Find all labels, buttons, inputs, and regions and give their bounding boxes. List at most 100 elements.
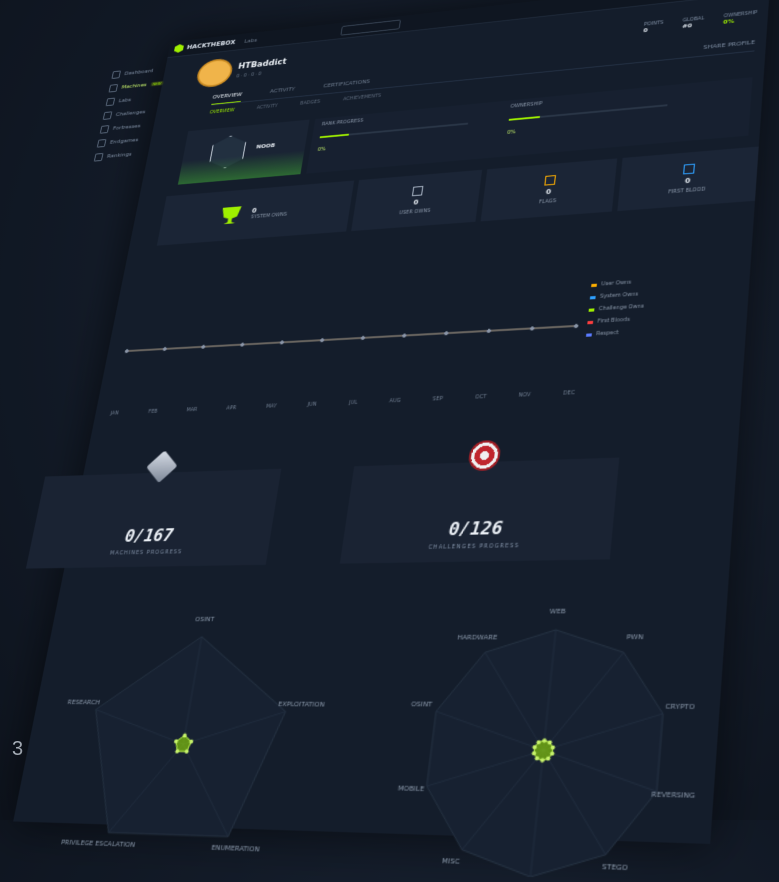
legend-label: Challenge Owns — [598, 303, 644, 312]
subtab-achievements[interactable]: ACHIEVEMENTS — [343, 93, 382, 102]
radar-axis-label: MISC — [441, 858, 460, 867]
legend-swatch — [587, 320, 593, 323]
x-tick-label: AUG — [389, 398, 402, 405]
machines-progress-value: 0/167 — [123, 525, 175, 546]
legend-swatch — [590, 295, 596, 298]
puzzle-icon — [103, 111, 113, 120]
share-profile-button[interactable]: SHARE PROFILE — [703, 39, 756, 56]
chart-icon — [94, 153, 104, 162]
challenges-progress-value: 0/126 — [448, 517, 504, 539]
chart-legend: User Owns System Owns Challenge Owns First … — [586, 275, 647, 341]
radar-axis-label: HARDWARE — [457, 634, 498, 641]
data-point — [402, 334, 406, 337]
global-metric: GLOBAL #0 — [682, 15, 705, 29]
rank-progress-value: 0% — [317, 134, 466, 153]
data-point — [530, 327, 534, 330]
x-tick-label: DEC — [563, 390, 576, 397]
sidebar-item-label: Dashboard — [124, 67, 154, 76]
sidebar-item-label: Endgames — [109, 136, 138, 145]
data-point — [320, 338, 324, 341]
data-point — [444, 331, 448, 334]
rank-card: NOOB — [178, 120, 310, 185]
rank-progress-col: RANK PROGRESS 0% — [315, 108, 471, 169]
stat-label: USER OWNS — [399, 208, 431, 216]
castle-icon — [100, 125, 110, 134]
tab-certifications[interactable]: CERTIFICATIONS — [322, 78, 370, 93]
stat-label: FLAGS — [539, 198, 557, 205]
new-badge: NEW — [151, 80, 164, 86]
radar-axis-label: OSINT — [411, 701, 433, 709]
series-line — [127, 326, 576, 351]
target-icon — [467, 440, 502, 471]
points-value: 0 — [643, 25, 663, 34]
legend-swatch — [591, 283, 597, 286]
nav-labs-link[interactable]: Labs — [244, 37, 258, 44]
radar-axis-label: ENUMERATION — [211, 845, 260, 854]
x-tick-label: JUL — [348, 400, 359, 407]
progress-row: 0/167 MACHINES PROGRESS 0/126 CHALLENGES… — [26, 456, 678, 569]
tab-activity[interactable]: ACTIVITY — [269, 86, 296, 99]
subtab-badges[interactable]: BADGES — [300, 99, 321, 106]
points-metric: POINTS 0 — [643, 20, 664, 34]
server-icon — [109, 84, 119, 92]
stat-first-blood: 0 FIRST BLOOD — [618, 147, 759, 212]
x-tick-label: FEB — [148, 409, 158, 416]
data-point — [201, 345, 205, 348]
radar-axis-label: MOBILE — [397, 786, 425, 794]
cube-icon — [146, 450, 177, 482]
profile-avatar — [197, 59, 232, 86]
data-point — [125, 349, 129, 352]
x-tick-label: APR — [226, 405, 238, 412]
sidebar-item-label: Rankings — [107, 151, 133, 159]
lab-icon — [106, 97, 116, 106]
x-tick-label: JAN — [109, 410, 120, 417]
challenges-progress-card: 0/126 CHALLENGES PROGRESS — [340, 458, 619, 564]
profile-dashboard: HACKTHEBOX Labs ◔ ✉ ⚙ user Dashboard Mac… — [13, 0, 771, 844]
data-point — [163, 347, 167, 350]
skills-radar-charts: OSINT EXPLOITATION ENUMERATION PRIVILEGE ES… — [0, 581, 753, 882]
logo-text: HACKTHEBOX — [186, 39, 236, 51]
sidebar-item-label: Fortresses — [112, 122, 141, 131]
ownership-value: 0% — [507, 116, 667, 136]
rank-name: NOOB — [256, 142, 276, 150]
subtab-overview[interactable]: OVERVIEW — [209, 108, 235, 116]
radar-axis-label: STEGO — [601, 864, 628, 873]
stat-value: 0 — [685, 177, 691, 185]
ownership-col: OWNERSHIP 0% — [505, 89, 669, 153]
radar-axis-label: RESEARCH — [67, 700, 101, 707]
radar-axis-label: WEB — [549, 609, 566, 616]
legend-label: User Owns — [601, 279, 631, 287]
stat-flags: 0 FLAGS — [481, 158, 617, 221]
logo-icon — [174, 44, 185, 53]
user-icon — [412, 186, 423, 196]
legend-swatch — [589, 308, 595, 311]
app-logo[interactable]: HACKTHEBOX — [174, 38, 236, 53]
stat-label: FIRST BLOOD — [668, 186, 706, 195]
stat-user-owns: 0 USER OWNS — [351, 170, 483, 231]
profile-metrics: POINTS 0 GLOBAL #0 OWNERSHIP 0% — [643, 10, 757, 34]
subtab-activity[interactable]: ACTIVITY — [256, 103, 278, 110]
stat-value: 0 — [546, 188, 552, 196]
trophy-icon — [220, 206, 242, 224]
challenges-progress-label: CHALLENGES PROGRESS — [428, 543, 520, 551]
data-point — [487, 329, 491, 332]
sidebar: Dashboard Machines NEW Labs Challenges Fo… — [93, 60, 184, 164]
legend-label: First Bloods — [597, 317, 630, 325]
radar-axis-label: OSINT — [195, 617, 216, 624]
x-tick-label: MAR — [186, 407, 199, 414]
blood-icon — [683, 164, 695, 175]
radar-axis-label: REVERSING — [651, 792, 696, 801]
radar-axis-label: PWN — [626, 634, 644, 641]
flag-icon — [97, 139, 107, 148]
legend-label: System Owns — [600, 291, 639, 300]
x-tick-label: MAY — [266, 403, 278, 410]
stat-system-owns: 0 SYSTEM OWNS — [157, 181, 354, 246]
tab-overview[interactable]: OVERVIEW — [211, 91, 242, 104]
search-input[interactable] — [340, 19, 401, 35]
skills-radar-right: WEBPWNCRYPTOREVERSINGSTEGOFORENSICSMISCM… — [384, 607, 709, 882]
x-tick-label: SEP — [432, 396, 443, 403]
x-tick-label: NOV — [518, 392, 532, 399]
radar-axis-label: EXPLOITATION — [277, 702, 325, 710]
machines-progress-label: MACHINES PROGRESS — [109, 549, 182, 557]
data-point — [574, 324, 578, 328]
